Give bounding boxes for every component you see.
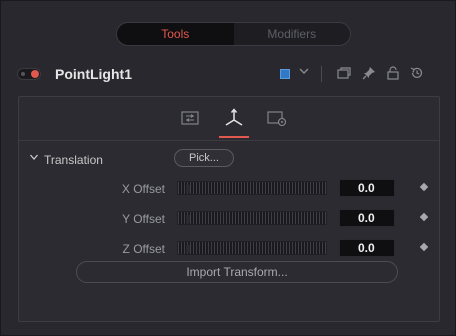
tab-tools[interactable]: Tools [117, 23, 234, 45]
chevron-down-icon[interactable] [29, 152, 39, 165]
pin-icon[interactable] [361, 65, 377, 81]
node-name: PointLight1 [55, 66, 132, 82]
keyframe-icon[interactable] [419, 242, 429, 252]
chevron-down-icon[interactable] [298, 64, 310, 81]
z-offset-slider[interactable] [177, 241, 327, 255]
node-enable-toggle[interactable] [17, 68, 41, 80]
reset-icon[interactable] [409, 65, 425, 81]
copy-icon[interactable] [336, 65, 352, 81]
node-color-swatch[interactable] [280, 69, 290, 79]
icon-tabs [19, 97, 439, 141]
x-offset-input[interactable]: 0.0 [339, 179, 395, 197]
header-divider [321, 66, 322, 82]
section-label: Translation [44, 153, 103, 167]
parameters-panel: Translation Pick... X Offset 0.0 Y Offse… [18, 96, 440, 322]
toggle-dot [21, 72, 25, 76]
active-tab-indicator [219, 136, 249, 138]
keyframe-icon[interactable] [419, 212, 429, 222]
transform-tab-icon[interactable] [223, 107, 245, 129]
param-row-z-offset: Z Offset 0.0 [19, 239, 439, 259]
controls-tab-icon[interactable] [179, 107, 201, 129]
param-label: Z Offset [122, 242, 165, 256]
pick-button[interactable]: Pick... [174, 149, 234, 167]
param-label: X Offset [121, 182, 165, 196]
x-offset-slider[interactable] [177, 181, 327, 195]
inspector-panel: Tools Modifiers PointLight1 Translation … [0, 0, 456, 336]
param-row-y-offset: Y Offset 0.0 [19, 209, 439, 229]
slider-handle[interactable] [186, 245, 190, 253]
z-offset-input[interactable]: 0.0 [339, 239, 395, 257]
keyframe-icon[interactable] [419, 182, 429, 192]
tab-modifiers[interactable]: Modifiers [234, 23, 351, 45]
y-offset-input[interactable]: 0.0 [339, 209, 395, 227]
settings-tab-icon[interactable] [266, 107, 288, 129]
node-header: PointLight1 [1, 59, 456, 89]
param-row-x-offset: X Offset 0.0 [19, 179, 439, 199]
toggle-knob [31, 70, 39, 78]
lock-icon[interactable] [385, 65, 401, 81]
y-offset-slider[interactable] [177, 211, 327, 225]
import-transform-button[interactable]: Import Transform... [76, 261, 398, 283]
param-label: Y Offset [122, 212, 165, 226]
slider-handle[interactable] [186, 215, 190, 223]
slider-handle[interactable] [186, 185, 190, 193]
tools-modifiers-switch: Tools Modifiers [116, 22, 351, 46]
